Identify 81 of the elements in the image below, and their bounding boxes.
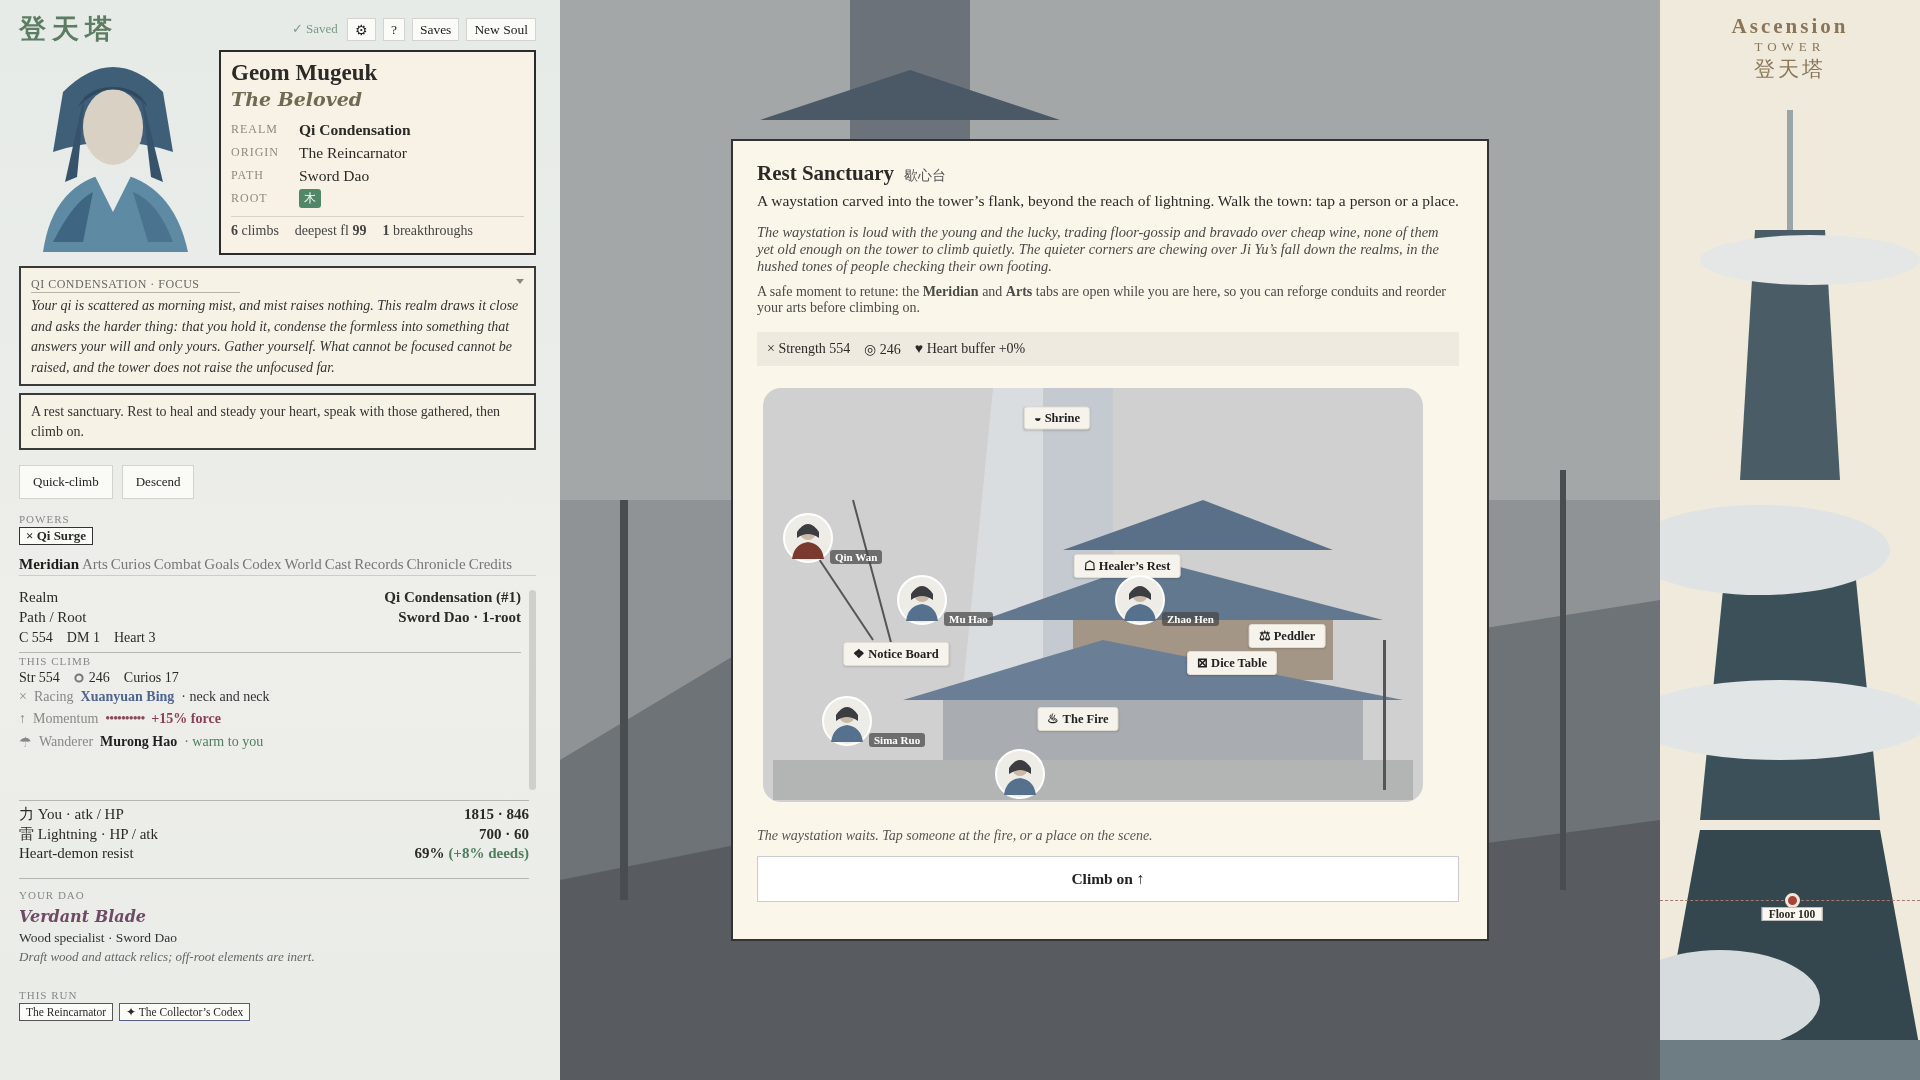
field-value: Qi Condensation bbox=[299, 120, 412, 139]
tab[interactable]: Meridian bbox=[19, 555, 79, 573]
momentum-dots: •••••••••• bbox=[105, 711, 145, 727]
character-epithet: The Beloved bbox=[231, 88, 364, 110]
toolbar-button[interactable]: ⚙ bbox=[346, 17, 376, 41]
career-stat: 6 climbs bbox=[231, 223, 279, 239]
combat-value: 1815 · 846 bbox=[464, 805, 529, 824]
field-value: The Reincarnator bbox=[299, 143, 408, 162]
power-chip[interactable]: × Qi Surge bbox=[19, 527, 94, 545]
climb-stat: 246 bbox=[88, 670, 110, 686]
root-badge: 木 bbox=[299, 189, 321, 208]
section-label: THIS CLIMB bbox=[19, 655, 93, 667]
field-label: REALM bbox=[231, 122, 279, 137]
combat-label: Heart-demon resist bbox=[19, 844, 134, 863]
dao-type: Wood specialist · Sword Dao bbox=[19, 928, 178, 947]
line-label: Momentum bbox=[33, 711, 99, 727]
dao-name: Verdant Blade bbox=[19, 906, 148, 926]
caret-icon[interactable] bbox=[516, 276, 524, 286]
tab[interactable]: Combat bbox=[153, 555, 202, 573]
line-note: · neck and neck bbox=[181, 689, 270, 705]
focus-title: QI CONDENSATION · FOCUS bbox=[31, 277, 240, 293]
climb-stat: Str 554 bbox=[19, 670, 60, 686]
line-icon: × bbox=[19, 689, 27, 705]
summary-stat: Heart 3 bbox=[113, 630, 156, 646]
rival-name[interactable]: Xuanyuan Bing bbox=[80, 689, 175, 705]
focus-text: Your qi is scattered as morning mist, and mist raises nothing. This realm draws it close and asks the harder thing: that you hold it, condense the formless into something that answers your will and only yours. Gather yourself. What cannot be focused cannot be raised, and the tower does not raise the unfocused far. bbox=[31, 297, 520, 377]
field-value: Sword Dao bbox=[299, 166, 371, 185]
tab[interactable]: Codex bbox=[242, 555, 282, 573]
field-label: ROOT bbox=[231, 191, 269, 206]
summary-value: Qi Condensation (#1) bbox=[384, 588, 521, 607]
line-icon: ↑ bbox=[19, 711, 26, 727]
section-label: YOUR DAO bbox=[19, 888, 86, 901]
tab[interactable]: Credits bbox=[468, 555, 512, 573]
character-name: Geom Mugeuk bbox=[231, 60, 379, 86]
tab[interactable]: Chronicle bbox=[406, 555, 466, 573]
line-icon: ☂ bbox=[19, 733, 32, 751]
note-text: A rest sanctuary. Rest to heal and steady your heart, speak with those gathered, then climb on. bbox=[31, 403, 502, 441]
combat-label: 雷 Lightning · HP / atk bbox=[19, 824, 159, 844]
companion-name[interactable]: Murong Hao bbox=[100, 734, 178, 750]
toolbar-button[interactable]: Saves bbox=[411, 17, 460, 41]
run-tag: ✦ The Collector’s Codex bbox=[119, 1002, 251, 1021]
app-logo: 登天塔 bbox=[19, 12, 118, 46]
tab[interactable]: Records bbox=[354, 555, 404, 573]
career-stat: deepest fl 99 bbox=[294, 223, 367, 239]
line-label: Racing bbox=[33, 689, 74, 705]
tab[interactable]: Arts bbox=[82, 555, 108, 573]
combat-label: 力 You · atk / HP bbox=[19, 805, 124, 824]
combat-value: 69% bbox=[414, 844, 445, 863]
summary-stat: C 554 bbox=[19, 630, 53, 646]
tab[interactable]: World bbox=[284, 555, 322, 573]
climb-stat: Curios 17 bbox=[123, 670, 179, 686]
tab[interactable]: Cast bbox=[324, 555, 352, 573]
saved-status: ✓ Saved bbox=[291, 21, 338, 37]
action-button[interactable]: Descend bbox=[121, 465, 195, 499]
line-label: Wanderer bbox=[39, 734, 94, 750]
field-label: PATH bbox=[231, 168, 265, 183]
tab[interactable]: Curios bbox=[110, 555, 151, 573]
combat-value: 700 · 60 bbox=[479, 824, 529, 844]
tower-glyphs: 登天塔 bbox=[1754, 56, 1826, 83]
action-button[interactable]: Quick-climb bbox=[19, 465, 113, 499]
combat-note: (+8% deeds) bbox=[448, 844, 529, 863]
field-label: ORIGIN bbox=[231, 145, 280, 160]
tower-title: Ascension bbox=[1731, 14, 1849, 39]
summary-value: Sword Dao · 1-root bbox=[398, 607, 521, 627]
toolbar-button[interactable]: New Soul bbox=[466, 17, 536, 41]
summary-stat: DM 1 bbox=[66, 630, 100, 646]
run-tag: The Reincarnator bbox=[19, 1002, 114, 1021]
scrollbar[interactable] bbox=[529, 590, 536, 790]
dao-hint: Draft wood and attack relics; off-root elements are inert. bbox=[19, 947, 316, 965]
floor-label: Floor 100 bbox=[1761, 907, 1823, 921]
tab[interactable]: Goals bbox=[204, 555, 240, 573]
line-note: +15% force bbox=[151, 711, 221, 727]
toolbar-button[interactable]: ? bbox=[382, 17, 405, 41]
ring-icon bbox=[73, 673, 84, 683]
line-note: · warm to you bbox=[184, 734, 264, 750]
tower-subtitle: TOWER bbox=[1754, 39, 1826, 55]
summary-label: Path / Root bbox=[19, 607, 87, 627]
section-label: POWERS bbox=[19, 513, 71, 525]
summary-label: Realm bbox=[19, 588, 59, 607]
section-label: THIS RUN bbox=[19, 988, 79, 1001]
career-stat: 1 breakthroughs bbox=[382, 223, 473, 239]
